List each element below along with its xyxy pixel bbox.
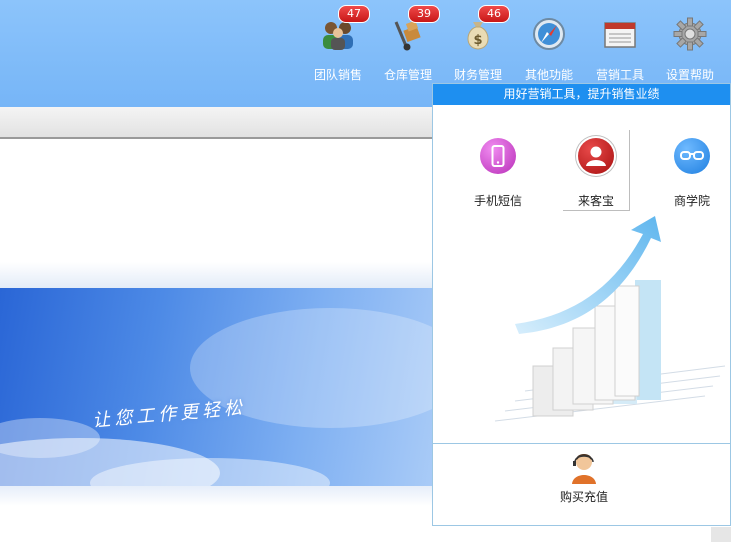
main-content-area xyxy=(0,139,433,267)
panel-header: 用好营销工具，提升销售业绩 xyxy=(433,84,730,105)
growth-chart-illustration xyxy=(494,216,726,422)
buy-recharge-button[interactable]: 购买充值 xyxy=(551,450,617,510)
tool-business-school[interactable]: 商学院 xyxy=(659,130,725,210)
nav-label: 营销工具 xyxy=(595,68,644,82)
customer-service-agent-icon xyxy=(572,454,596,484)
buy-recharge-label: 购买充值 xyxy=(559,490,608,504)
nav-badge: 47 xyxy=(338,5,370,23)
marketing-tools-panel: 用好营销工具，提升销售业绩 手机短信 来客宝 商学院 购买充值 xyxy=(432,83,731,526)
nav-other-functions[interactable]: 其他功能 xyxy=(514,12,584,84)
tool-label: 商学院 xyxy=(673,194,710,208)
calendar-icon xyxy=(604,22,636,48)
nav-badge: 46 xyxy=(478,5,510,23)
nav-marketing-tools[interactable]: 营销工具 xyxy=(585,12,655,84)
svg-text:$: $ xyxy=(473,33,482,48)
bottom-fade xyxy=(0,486,433,506)
nav-team-sales[interactable]: 47 团队销售 xyxy=(303,5,373,84)
nav-warehouse[interactable]: 39 仓库管理 xyxy=(373,5,443,84)
tool-label: 手机短信 xyxy=(473,194,522,208)
tool-label: 来客宝 xyxy=(577,194,614,208)
nav-badge: 39 xyxy=(408,5,440,23)
nav-label: 仓库管理 xyxy=(383,68,432,82)
scroll-corner xyxy=(711,527,731,542)
nav-label: 设置帮助 xyxy=(665,68,714,82)
nav-settings-help[interactable]: 设置帮助 xyxy=(655,12,725,84)
nav-label: 其他功能 xyxy=(524,68,573,82)
nav-finance[interactable]: $ 46 财务管理 xyxy=(443,5,513,84)
person-icon xyxy=(578,138,614,174)
mobile-phone-icon xyxy=(480,138,516,174)
gear-icon xyxy=(673,17,707,51)
welcome-banner xyxy=(0,288,433,486)
divider-fade xyxy=(0,262,433,288)
nav-label: 团队销售 xyxy=(313,68,362,82)
glasses-icon xyxy=(674,138,710,174)
banner-clouds xyxy=(0,308,433,486)
panel-divider xyxy=(433,443,730,444)
nav-label: 财务管理 xyxy=(453,68,502,82)
tool-laikebao[interactable]: 来客宝 xyxy=(563,130,630,211)
tool-sms[interactable]: 手机短信 xyxy=(465,130,531,210)
compass-icon xyxy=(533,18,565,50)
